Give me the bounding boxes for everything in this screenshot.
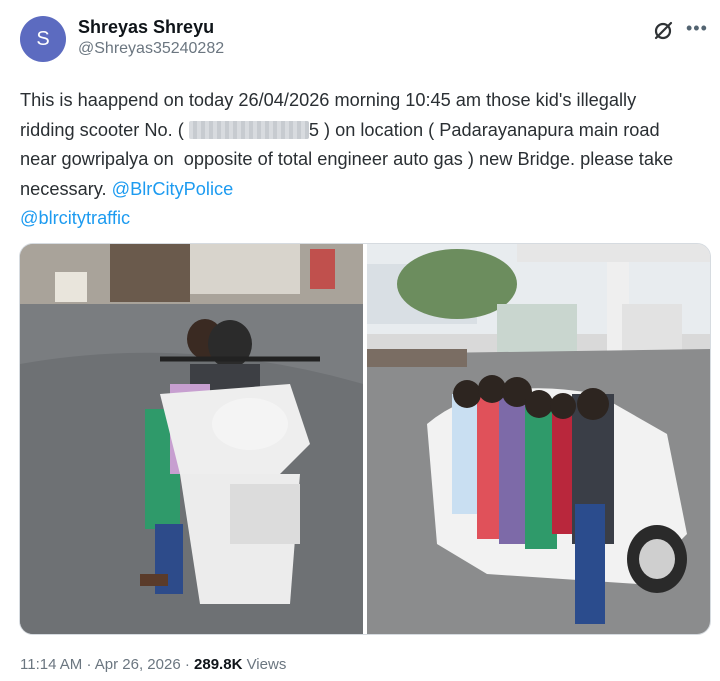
redacted-tail: 5 bbox=[308, 119, 319, 140]
mention-blrcitypolice[interactable]: @BlrCityPolice bbox=[112, 179, 234, 199]
tweet-text: This is haappend on today 26/04/2026 mor… bbox=[20, 86, 700, 234]
tweet-time[interactable]: 11:14 AM bbox=[20, 656, 82, 673]
user-handle[interactable]: @Shreyas35240282 bbox=[78, 38, 224, 60]
media-grid bbox=[19, 243, 711, 635]
grok-icon[interactable] bbox=[652, 20, 674, 42]
author-info: Shreyas Shreyu @Shreyas35240282 bbox=[78, 16, 224, 60]
avatar[interactable]: S bbox=[20, 16, 66, 62]
tweet-meta: 11:14 AM · Apr 26, 2026 · 289.8K Views bbox=[20, 655, 286, 675]
separator-dot: · bbox=[184, 656, 195, 673]
redacted-plate bbox=[188, 120, 309, 139]
photo-2[interactable] bbox=[367, 244, 710, 634]
separator-dot: · bbox=[86, 656, 95, 673]
tweet-card: S Shreyas Shreyu @Shreyas35240282 ••• Th… bbox=[0, 0, 720, 681]
views-label: Views bbox=[246, 656, 287, 673]
display-name[interactable]: Shreyas Shreyu bbox=[78, 16, 224, 38]
avatar-letter: S bbox=[36, 27, 50, 50]
more-options-icon[interactable]: ••• bbox=[686, 18, 708, 38]
tweet-date[interactable]: Apr 26, 2026 bbox=[95, 656, 181, 673]
photo-1[interactable] bbox=[20, 244, 363, 634]
mention-blrcitytraffic[interactable]: @blrcitytraffic bbox=[20, 208, 130, 228]
views-count: 289.8K bbox=[194, 656, 243, 673]
